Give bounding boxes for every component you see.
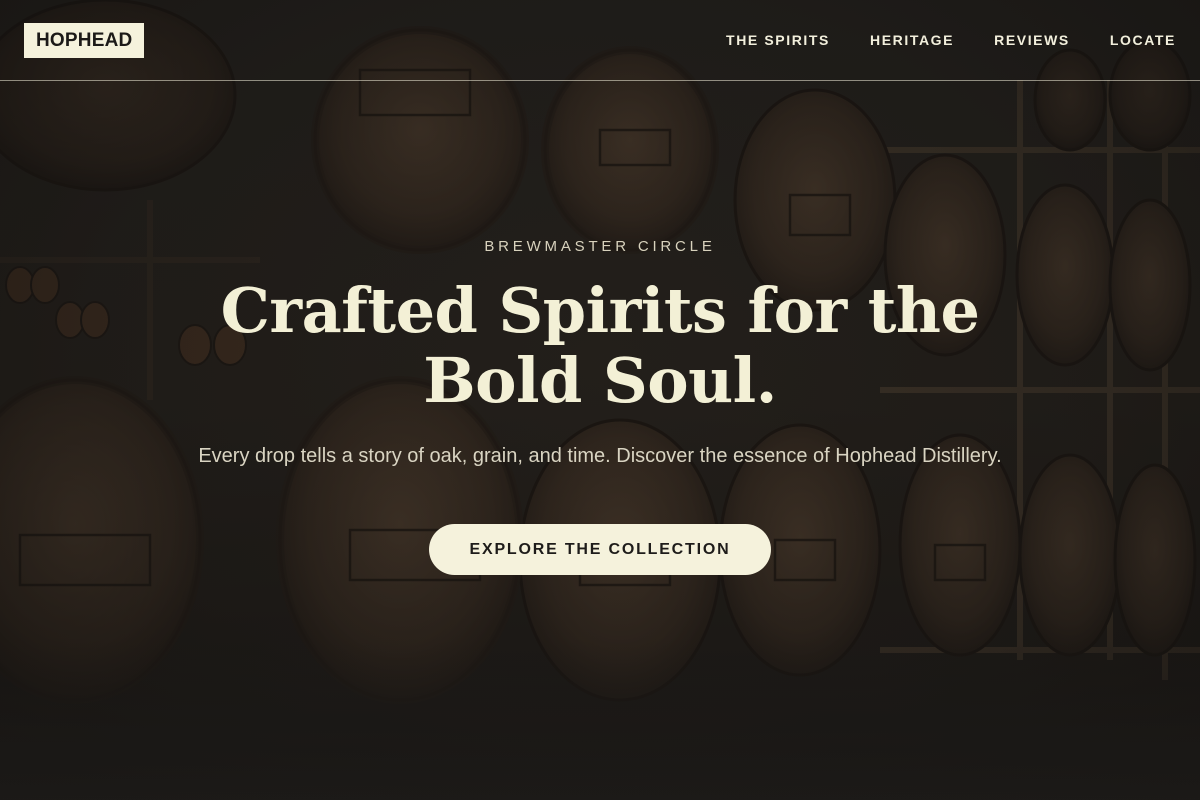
hero-eyebrow: BREWMASTER CIRCLE	[484, 238, 716, 255]
nav-link-the-spirits[interactable]: THE SPIRITS	[726, 32, 830, 48]
nav-link-locate[interactable]: LOCATE	[1110, 32, 1176, 48]
brand-logo[interactable]: HOPHEAD	[24, 22, 145, 58]
hero-subcopy: Every drop tells a story of oak, grain, …	[198, 445, 1002, 467]
nav-link-reviews[interactable]: REVIEWS	[994, 32, 1070, 48]
hero-headline-line-1: Crafted Spirits for the	[220, 274, 980, 347]
nav-link-heritage[interactable]: HERITAGE	[870, 32, 954, 48]
main-nav: THE SPIRITS HERITAGE REVIEWS LOCATE	[686, 32, 1176, 48]
hero-headline-line-2: Bold Soul.	[423, 344, 777, 417]
site-header: HOPHEAD THE SPIRITS HERITAGE REVIEWS LOC…	[0, 0, 1200, 81]
hero-headline: Crafted Spirits for the Bold Soul.	[100, 276, 1100, 416]
hero-bottom-fade	[0, 640, 1200, 800]
explore-collection-button[interactable]: EXPLORE THE COLLECTION	[429, 524, 771, 575]
